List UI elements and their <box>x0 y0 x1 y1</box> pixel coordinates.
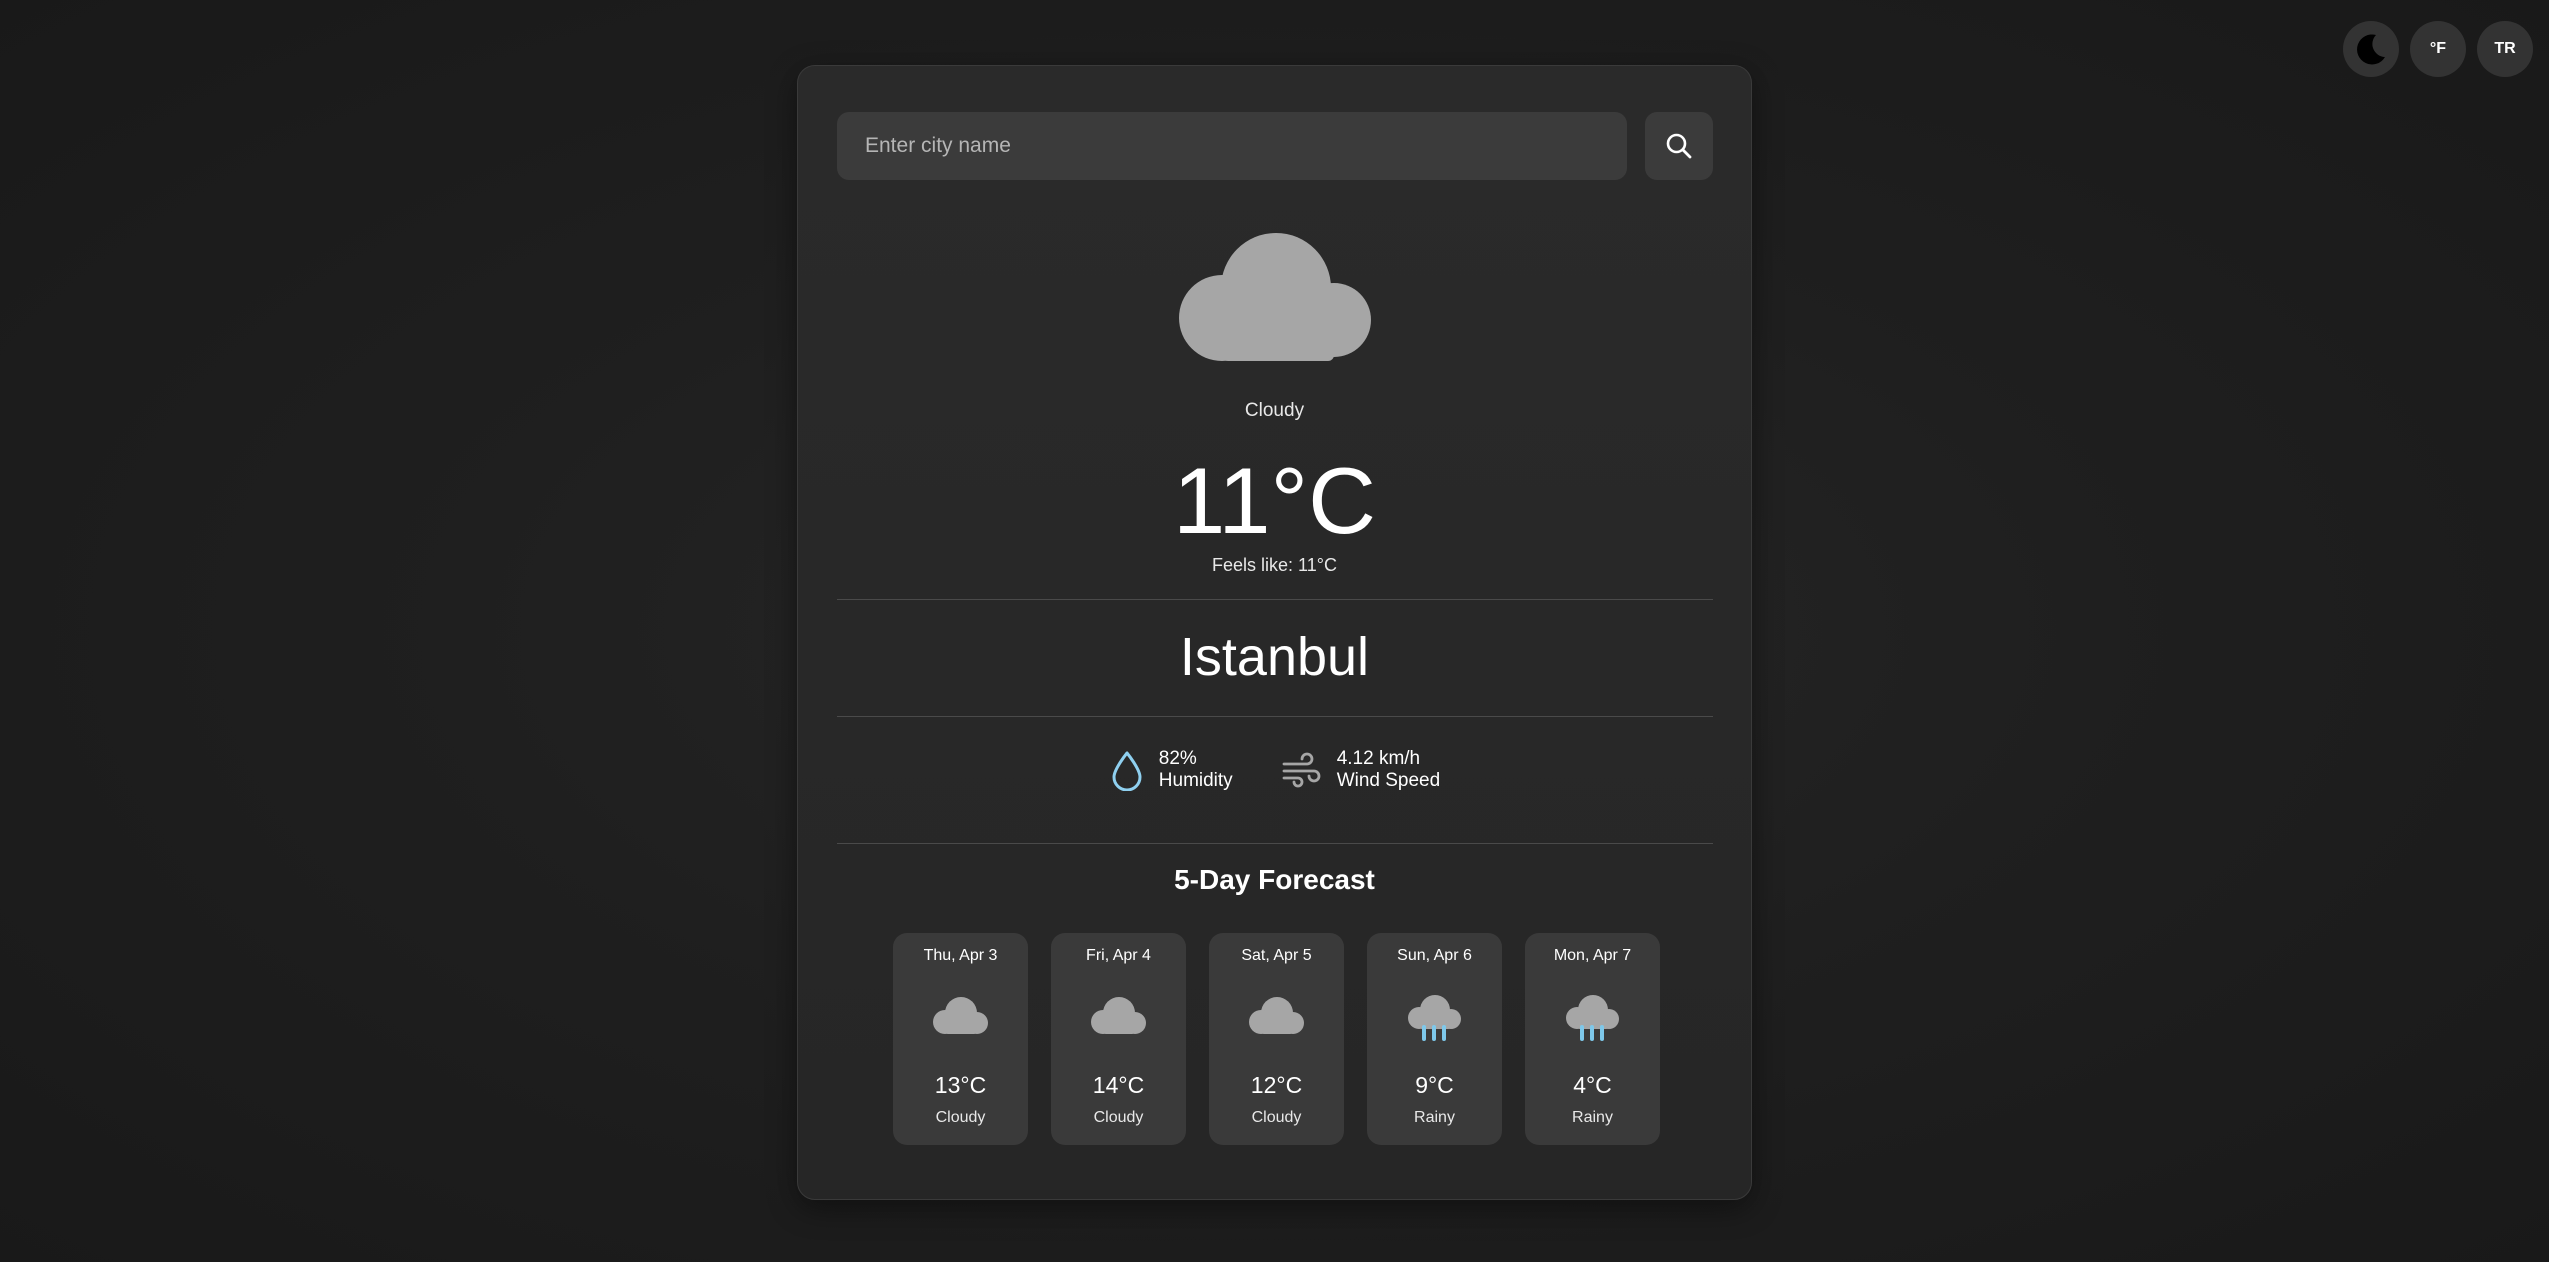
cloud-icon <box>1179 233 1371 361</box>
weather-stats: 82% Humidity 4.12 km/h Wind Speed <box>798 740 1751 800</box>
feels-like: Feels like: 11°C <box>1212 555 1337 575</box>
city-name: Istanbul <box>1179 627 1370 687</box>
cloud-icon <box>1249 997 1304 1034</box>
forecast-condition: Cloudy <box>1093 1109 1144 1126</box>
forecast-date: Sat, Apr 5 <box>1241 947 1312 964</box>
forecast-list: Thu, Apr 3 13°C Cloudy Fri, Apr 4 14°C C… <box>893 933 1660 1145</box>
forecast-date: Fri, Apr 4 <box>1086 947 1151 964</box>
forecast-temperature: 13°C <box>934 1072 987 1098</box>
forecast-date: Mon, Apr 7 <box>1553 947 1632 964</box>
search-bar <box>837 112 1713 180</box>
divider <box>837 716 1713 717</box>
cloud-icon <box>933 997 988 1034</box>
city-search-input[interactable] <box>837 112 1627 180</box>
forecast-day-card: Sat, Apr 5 12°C Cloudy <box>1209 933 1344 1145</box>
language-toggle-button[interactable]: TR <box>2477 21 2533 77</box>
cloud-icon <box>1091 997 1146 1034</box>
humidity-stat: 82% Humidity <box>1109 740 1233 800</box>
forecast-temperature: 14°C <box>1092 1072 1145 1098</box>
forecast-temperature: 9°C <box>1415 1072 1454 1098</box>
forecast-day-card: Sun, Apr 6 9°C Rainy <box>1367 933 1502 1145</box>
droplet-icon <box>1112 751 1142 791</box>
wind-speed-label: Wind Speed <box>1336 770 1441 791</box>
forecast-condition: Cloudy <box>1251 1109 1302 1126</box>
wind-icon <box>1282 752 1321 788</box>
humidity-value: 82% <box>1158 748 1197 769</box>
wind-stat: 4.12 km/h Wind Speed <box>1281 740 1441 800</box>
forecast-day-card: Fri, Apr 4 14°C Cloudy <box>1051 933 1186 1145</box>
humidity-label: Humidity <box>1158 770 1233 791</box>
forecast-date: Thu, Apr 3 <box>923 947 998 964</box>
forecast-day-card: Mon, Apr 7 4°C Rainy <box>1525 933 1660 1145</box>
rain-cloud-icon <box>1408 995 1461 1041</box>
weather-card: Cloudy 11°C Feels like: 11°C Istanbul 82… <box>797 65 1752 1200</box>
top-controls: °F TR <box>2343 21 2533 77</box>
forecast-temperature: 4°C <box>1573 1072 1612 1098</box>
forecast-temperature: 12°C <box>1250 1072 1303 1098</box>
current-temperature: 11°C <box>1172 448 1377 553</box>
wind-speed-value: 4.12 km/h <box>1336 748 1421 769</box>
search-button[interactable] <box>1645 112 1713 180</box>
forecast-condition: Rainy <box>1572 1109 1613 1126</box>
divider <box>837 843 1713 844</box>
forecast-condition: Cloudy <box>935 1109 986 1126</box>
forecast-date: Sun, Apr 6 <box>1397 947 1472 964</box>
unit-toggle-button[interactable]: °F <box>2410 21 2466 77</box>
rain-cloud-icon <box>1566 995 1619 1041</box>
search-icon <box>1666 133 1692 159</box>
forecast-condition: Rainy <box>1414 1109 1455 1126</box>
forecast-title: 5-Day Forecast <box>1174 864 1375 895</box>
theme-toggle-button[interactable] <box>2343 21 2399 77</box>
moon-icon <box>2357 34 2385 65</box>
current-condition: Cloudy <box>1244 400 1305 421</box>
divider <box>837 599 1713 600</box>
forecast-day-card: Thu, Apr 3 13°C Cloudy <box>893 933 1028 1145</box>
